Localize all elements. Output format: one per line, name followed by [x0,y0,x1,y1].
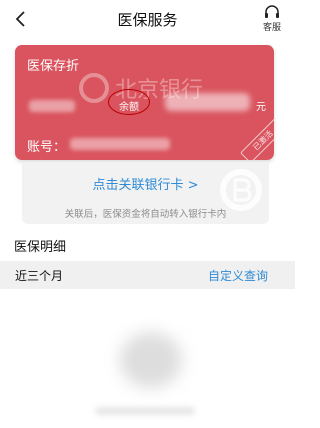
balance-label: 余额 [119,102,139,113]
page-title: 医保服务 [117,11,178,29]
card-title: 医保存折 [27,59,80,74]
blurred-balance [165,93,250,111]
filter-row: 近三个月 自定义查询 [0,261,295,289]
section-title: 医保明细 [14,240,67,255]
account-label: 账号： [27,140,67,155]
period-filter[interactable]: 近三个月 [15,267,63,284]
header: 医保服务 客服 [0,0,295,40]
empty-state-text [95,407,195,415]
status-badge: 已激活 [240,117,274,160]
custom-query-link[interactable]: 自定义查询 [208,267,268,284]
link-note: 关联后，医保资金将自动转入银行卡内 [64,209,227,220]
blurred-account-number [70,138,170,150]
blurred-value [29,100,75,112]
empty-state-image [120,332,182,388]
insurance-passbook-card[interactable]: 医保存折 北京银行 余额 元 账号： 已激活 [15,45,274,160]
customer-service-button[interactable]: 客服 [257,5,287,33]
customer-service-label: 客服 [262,23,281,33]
headset-icon [265,5,279,18]
currency-unit: 元 [256,102,266,113]
link-bank-card-panel[interactable]: 点击关联银行卡 > 关联后，医保资金将自动转入银行卡内 [22,162,269,224]
link-bank-card-button[interactable]: 点击关联银行卡 > [22,174,269,193]
